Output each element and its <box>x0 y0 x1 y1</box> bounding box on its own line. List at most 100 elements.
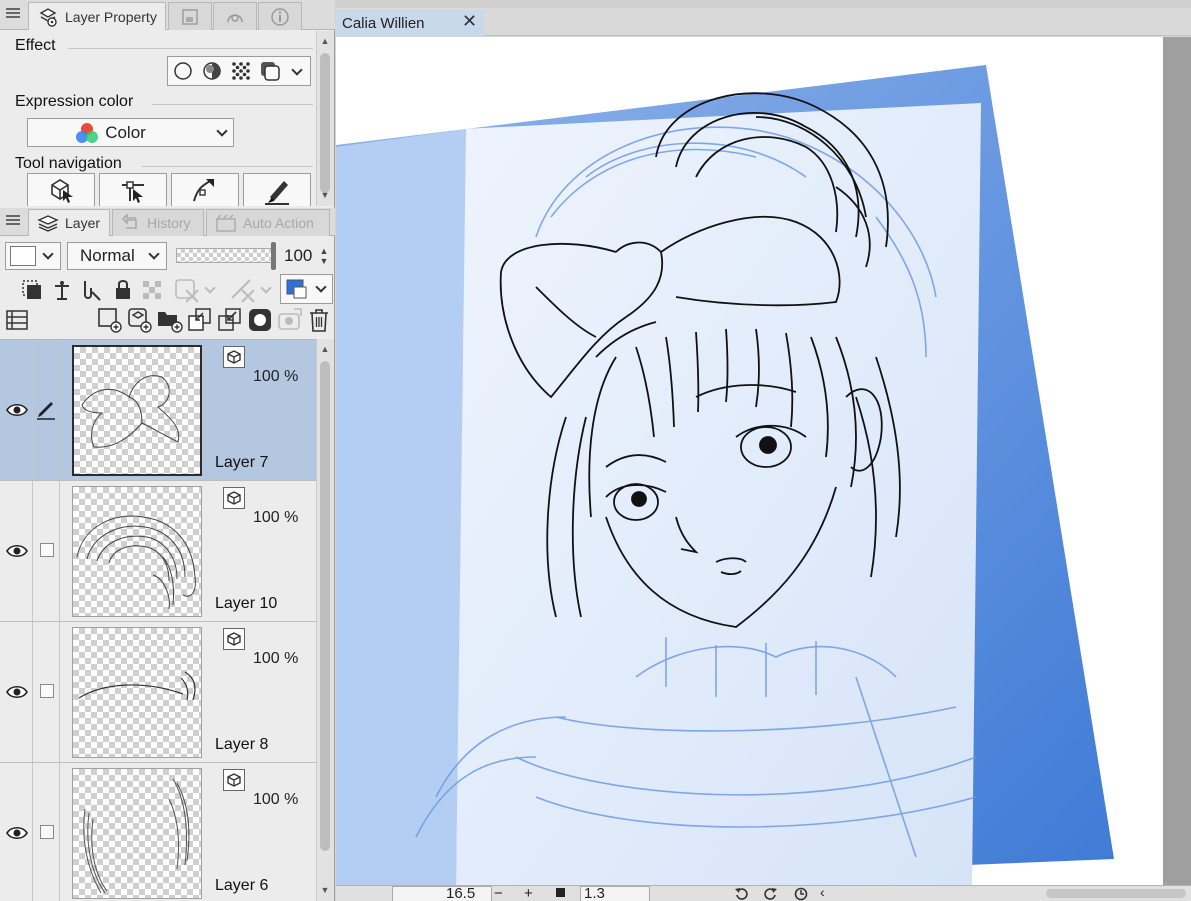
horizontal-scroll-thumb[interactable] <box>1046 889 1186 898</box>
scrollbar-thumb[interactable] <box>320 53 330 193</box>
visibility-toggle[interactable] <box>0 622 33 762</box>
zoom-field[interactable] <box>392 886 492 901</box>
canvas-area[interactable] <box>336 37 1191 885</box>
palette-menu-icon[interactable] <box>6 6 20 20</box>
stepper-down-icon[interactable]: ▼ <box>320 256 329 266</box>
scroll-up-arrow-icon[interactable]: ▲ <box>319 34 331 48</box>
tab-auto-action-label: Auto Action <box>243 215 314 231</box>
zoom-in-button[interactable]: + <box>524 885 533 901</box>
tab-history[interactable]: History <box>112 209 204 236</box>
layer-select-checkbox[interactable] <box>40 825 54 839</box>
clip-to-lower-layer-icon[interactable] <box>20 278 44 302</box>
rotate-right-icon[interactable] <box>764 887 778 901</box>
angle-value[interactable]: 1.3 <box>584 885 605 901</box>
edit-target-indicator[interactable] <box>33 763 60 901</box>
tab-auto-action[interactable]: Auto Action <box>206 209 330 236</box>
object-tool-button[interactable] <box>27 173 95 206</box>
lock-icon[interactable] <box>112 278 134 302</box>
apply-mask-icon[interactable] <box>276 306 304 334</box>
scroll-up-arrow-icon[interactable]: ▲ <box>319 342 331 356</box>
layer-row[interactable]: 100 % Layer 6 <box>0 763 316 901</box>
vector-layer-icon <box>223 769 245 791</box>
rotate-left-icon[interactable] <box>734 887 748 901</box>
layer-row[interactable]: 100 % Layer 7 <box>0 340 316 481</box>
layer-name[interactable]: Layer 7 <box>215 454 268 472</box>
chevron-down-icon <box>204 282 216 294</box>
reset-rotation-icon[interactable] <box>794 887 808 901</box>
opacity-value[interactable]: 100 <box>284 246 312 266</box>
property-tab-bar: Layer Property <box>0 0 335 30</box>
tab-navigator[interactable] <box>168 2 212 30</box>
blend-mode-dropdown[interactable]: Normal <box>67 242 167 270</box>
opacity-slider-handle[interactable] <box>271 242 276 270</box>
layer-name[interactable]: Layer 10 <box>215 595 277 613</box>
tab-info[interactable] <box>258 2 302 30</box>
history-icon <box>121 214 141 232</box>
layer-thumbnail <box>72 345 202 476</box>
visibility-toggle[interactable] <box>0 340 33 480</box>
pen-tool-button[interactable] <box>243 173 311 206</box>
mask-toggle-dropdown[interactable] <box>172 276 218 304</box>
tab-layer[interactable]: Layer <box>28 209 110 236</box>
chevron-down-icon <box>291 64 303 76</box>
create-layer-mask-icon[interactable] <box>246 306 274 334</box>
scroll-down-arrow-icon[interactable]: ▼ <box>319 188 331 202</box>
correct-line-button[interactable] <box>171 173 239 206</box>
transfer-to-lower-layer-icon[interactable] <box>186 306 214 334</box>
scrollbar-thumb[interactable] <box>320 361 330 851</box>
new-folder-icon[interactable] <box>156 306 184 334</box>
close-icon[interactable]: ✕ <box>462 11 477 32</box>
document-tab[interactable]: Calia Willien ✕ <box>336 10 484 36</box>
visibility-toggle[interactable] <box>0 481 33 621</box>
scroll-down-arrow-icon[interactable]: ▼ <box>319 883 331 897</box>
reference-layer-icon[interactable] <box>50 278 74 302</box>
expression-color-label: Expression color <box>15 93 134 110</box>
scroll-left-icon[interactable]: ‹ <box>820 884 825 900</box>
opacity-slider[interactable] <box>176 248 272 263</box>
layer-select-checkbox[interactable] <box>40 684 54 698</box>
toolbar-strip <box>336 0 1191 8</box>
layer-row[interactable]: 100 % Layer 10 <box>0 481 316 622</box>
ruler-toggle-dropdown[interactable] <box>228 276 274 304</box>
pen-nib-icon <box>265 181 289 205</box>
lock-transparent-icon[interactable] <box>140 278 164 302</box>
vector-layer-icon <box>223 346 245 368</box>
tool-navigation-label: Tool navigation <box>15 155 122 172</box>
edit-target-indicator[interactable] <box>33 340 60 480</box>
new-vector-layer-icon[interactable] <box>126 306 154 334</box>
zoom-value[interactable]: 16.5 <box>446 885 475 901</box>
delete-layer-icon[interactable] <box>306 306 332 334</box>
layer-toggle-toolbar <box>20 274 335 304</box>
control-point-button[interactable] <box>99 173 167 206</box>
layer-name[interactable]: Layer 6 <box>215 877 268 895</box>
draft-layer-icon[interactable] <box>80 278 104 302</box>
palette-menu-icon[interactable] <box>6 213 20 227</box>
edit-target-indicator[interactable] <box>33 622 60 762</box>
tab-sub-tool-detail[interactable] <box>213 2 257 30</box>
layer-name[interactable]: Layer 8 <box>215 736 268 754</box>
edit-target-indicator[interactable] <box>33 481 60 621</box>
no-effect-icon <box>174 62 192 80</box>
new-raster-layer-icon[interactable] <box>96 306 124 334</box>
effect-selector[interactable] <box>167 56 311 86</box>
paper-color-dropdown[interactable] <box>5 242 61 270</box>
zoom-out-button[interactable]: − <box>494 885 503 901</box>
layer-select-checkbox[interactable] <box>40 543 54 557</box>
stepper-up-icon[interactable]: ▲ <box>320 246 329 256</box>
layer-color-dropdown[interactable] <box>280 274 333 304</box>
visibility-toggle[interactable] <box>0 763 33 901</box>
layer-actions-toolbar <box>96 306 331 334</box>
expression-color-dropdown[interactable]: Color <box>27 118 234 147</box>
fit-view-icon[interactable] <box>556 888 565 897</box>
color-swatch <box>10 246 36 266</box>
property-scrollbar[interactable]: ▲ ▼ <box>316 31 334 206</box>
layer-list-scrollbar[interactable]: ▲ ▼ <box>316 339 334 901</box>
layer-row[interactable]: 100 % Layer 8 <box>0 622 316 763</box>
tab-layer-property[interactable]: Layer Property <box>28 2 166 30</box>
layer-color-effect-icon <box>261 62 280 81</box>
eye-icon <box>6 403 28 417</box>
layer-list-view-icon[interactable] <box>5 308 29 332</box>
opacity-stepper[interactable]: ▲ ▼ <box>316 242 332 270</box>
merge-to-lower-layer-icon[interactable] <box>216 306 244 334</box>
canvas-artwork[interactable] <box>336 37 1191 885</box>
